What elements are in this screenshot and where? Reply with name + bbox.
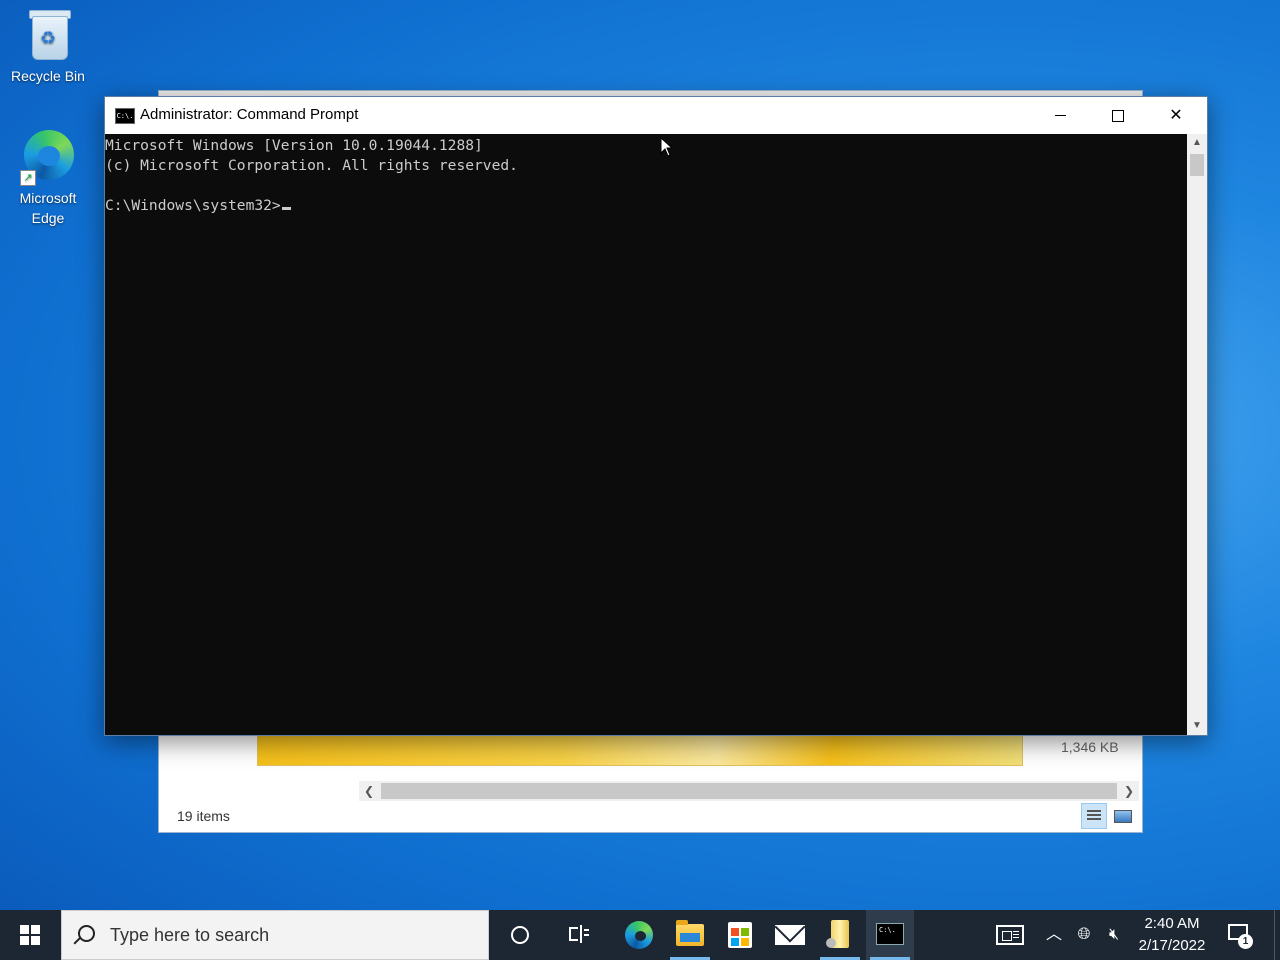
action-center-button[interactable]: 1: [1226, 922, 1253, 949]
volume-muted-icon[interactable]: 🔇︎: [1102, 924, 1126, 946]
scroll-down-icon[interactable]: ▼: [1187, 717, 1207, 735]
command-prompt-icon: C:\.: [876, 923, 904, 945]
item-count: 19 items: [177, 808, 230, 824]
details-view-icon: [1087, 810, 1101, 822]
windows-logo-icon: [20, 925, 40, 945]
close-button[interactable]: ✕: [1147, 97, 1205, 134]
file-thumbnail[interactable]: [257, 734, 1023, 766]
file-size: 1,346 KB: [1061, 739, 1119, 755]
clock-date: 2/17/2022: [1138, 937, 1206, 954]
cortana-button[interactable]: [496, 910, 544, 960]
chevron-up-icon[interactable]: ︿: [1042, 924, 1066, 946]
start-button[interactable]: [0, 910, 60, 960]
command-prompt-icon: C:\.: [115, 108, 135, 124]
notification-count-badge: 1: [1238, 934, 1253, 949]
taskbar-file-explorer[interactable]: [666, 910, 714, 960]
search-box[interactable]: Type here to search: [61, 910, 489, 960]
close-icon: ✕: [1169, 107, 1183, 124]
large-icons-view-icon: [1114, 810, 1132, 823]
window-title: Administrator: Command Prompt: [140, 106, 359, 123]
taskbar-mail[interactable]: [766, 910, 814, 960]
console-prompt-line[interactable]: C:\Windows\system32>: [105, 196, 1187, 216]
task-view-button[interactable]: [556, 910, 604, 960]
horizontal-scrollbar[interactable]: ❮ ❯: [359, 781, 1139, 801]
search-icon: [78, 925, 95, 942]
desktop-icon-label: Microsoft Edge: [19, 190, 77, 226]
desktop-icon-microsoft-edge[interactable]: ↗ Microsoft Edge: [8, 128, 88, 228]
maximize-button[interactable]: [1089, 97, 1147, 134]
console-line: Microsoft Windows [Version 10.0.19044.12…: [105, 137, 483, 154]
console-line: (c) Microsoft Corporation. All rights re…: [105, 157, 518, 174]
show-desktop-button[interactable]: [1274, 910, 1280, 960]
vertical-scrollbar[interactable]: ▲ ▼: [1187, 134, 1207, 735]
taskbar-command-prompt[interactable]: C:\.: [866, 910, 914, 960]
console-prompt: C:\Windows\system32>: [105, 197, 281, 214]
title-bar[interactable]: C:\. Administrator: Command Prompt ✕: [105, 97, 1207, 134]
scrollbar-thumb[interactable]: [1190, 154, 1204, 176]
system-tray: ︿ 🌐︎ 🔇︎: [990, 910, 1130, 960]
taskbar: Type here to search C:\. ︿ 🌐︎ 🔇︎ 2:40 AM…: [0, 910, 1280, 960]
cortana-icon: [511, 926, 529, 944]
scroll-app-icon: [826, 920, 849, 948]
scroll-left-icon[interactable]: ❮: [359, 781, 379, 801]
recycle-bin-icon: ♻: [20, 6, 76, 62]
taskbar-store[interactable]: [716, 910, 764, 960]
command-prompt-window[interactable]: C:\. Administrator: Command Prompt ✕ Mic…: [104, 96, 1208, 736]
minimize-icon: [1054, 115, 1066, 117]
clock[interactable]: 2:40 AM 2/17/2022: [1130, 913, 1214, 957]
large-icons-view-button[interactable]: [1109, 803, 1135, 829]
news-icon[interactable]: [996, 925, 1024, 945]
console-output[interactable]: Microsoft Windows [Version 10.0.19044.12…: [105, 134, 1187, 735]
maximize-icon: [1112, 109, 1124, 122]
store-icon: [728, 922, 752, 948]
edge-icon: [625, 921, 653, 949]
scrollbar-thumb[interactable]: [381, 783, 1117, 799]
taskbar-scroll-app[interactable]: [816, 910, 864, 960]
clock-time: 2:40 AM: [1144, 915, 1200, 932]
scroll-right-icon[interactable]: ❯: [1119, 781, 1139, 801]
text-cursor: [281, 207, 291, 210]
file-explorer-icon: [676, 920, 704, 946]
desktop-icon-recycle-bin[interactable]: ♻ Recycle Bin: [8, 6, 88, 86]
task-view-icon: [569, 925, 589, 943]
details-view-button[interactable]: [1081, 803, 1107, 829]
desktop-icon-label: Recycle Bin: [11, 68, 85, 84]
mail-icon: [775, 925, 805, 945]
search-placeholder: Type here to search: [110, 925, 270, 945]
edge-icon: ↗: [20, 128, 76, 186]
taskbar-edge[interactable]: [615, 910, 663, 960]
scroll-up-icon[interactable]: ▲: [1187, 134, 1207, 152]
minimize-button[interactable]: [1031, 97, 1089, 134]
network-globe-icon[interactable]: 🌐︎: [1072, 924, 1096, 946]
